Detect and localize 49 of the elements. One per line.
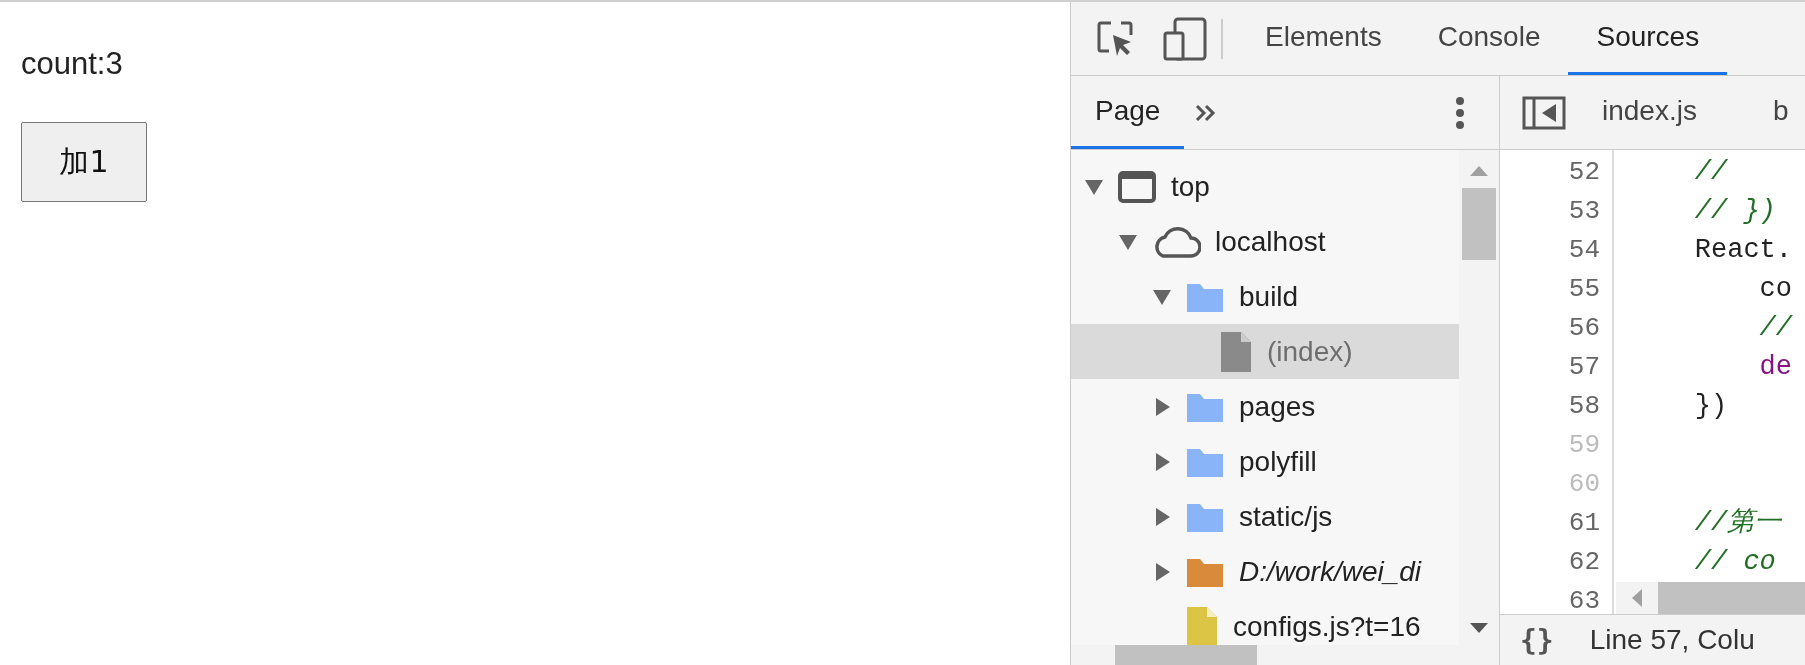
- code-line: de: [1758, 351, 1793, 384]
- line-number: 62: [1567, 546, 1601, 579]
- file-icon: [1219, 329, 1253, 374]
- panel-tab[interactable]: Elements: [1237, 2, 1410, 75]
- file-tab[interactable]: index.js: [1566, 76, 1697, 149]
- cursor-position: Line 57, Colu: [1589, 624, 1755, 656]
- code-line: // }): [1693, 195, 1776, 228]
- scrollbar-thumb[interactable]: [1658, 582, 1805, 614]
- code-line: React.: [1693, 234, 1793, 267]
- tree-item[interactable]: top: [1171, 170, 1210, 203]
- line-number: 63: [1567, 585, 1601, 618]
- tree-item[interactable]: pages: [1239, 390, 1316, 423]
- tree-item[interactable]: static/js: [1239, 500, 1333, 533]
- code-line: //: [1758, 312, 1793, 345]
- tree-item[interactable]: configs.js?t=16: [1233, 610, 1421, 643]
- line-number: 56: [1567, 312, 1601, 345]
- code-line: //第一: [1693, 507, 1782, 540]
- scroll-down-icon[interactable]: [1468, 621, 1490, 635]
- line-number: 55: [1567, 273, 1601, 306]
- panel-tab[interactable]: Console: [1409, 2, 1569, 75]
- format-button[interactable]: {}: [1520, 623, 1554, 657]
- line-number: 58: [1567, 390, 1601, 423]
- sidebar-toggle-icon[interactable]: [1522, 95, 1566, 130]
- frame-icon: [1117, 169, 1157, 204]
- increment-button[interactable]: 加1: [21, 122, 147, 202]
- line-number: 53: [1567, 195, 1601, 228]
- tree-item[interactable]: polyfill: [1239, 445, 1317, 478]
- line-number: 59: [1567, 429, 1601, 462]
- tree-item[interactable]: (index): [1267, 335, 1353, 368]
- line-number: 57: [1567, 351, 1601, 384]
- count-text: count:3: [21, 46, 123, 82]
- device-icon[interactable]: [1163, 16, 1207, 61]
- code-line: //: [1693, 156, 1728, 189]
- code-line: co: [1758, 273, 1793, 306]
- panel-tab[interactable]: Sources: [1568, 2, 1728, 75]
- menu-icon[interactable]: [1455, 95, 1465, 130]
- scrollbar-thumb[interactable]: [1115, 645, 1257, 665]
- tree-item[interactable]: localhost: [1215, 225, 1326, 258]
- scrollbar-thumb[interactable]: [1462, 188, 1496, 260]
- line-number: 54: [1567, 234, 1601, 267]
- line-number: 52: [1567, 156, 1601, 189]
- line-number: 61: [1567, 507, 1601, 540]
- tree-item[interactable]: D:/work/wei_di: [1239, 555, 1422, 588]
- tree-item[interactable]: build: [1239, 280, 1299, 313]
- line-number: 60: [1567, 468, 1601, 501]
- file-icon: [1185, 604, 1219, 645]
- code-line: }): [1693, 390, 1728, 423]
- code-line: // co: [1693, 546, 1776, 579]
- file-tab[interactable]: b: [1736, 76, 1789, 149]
